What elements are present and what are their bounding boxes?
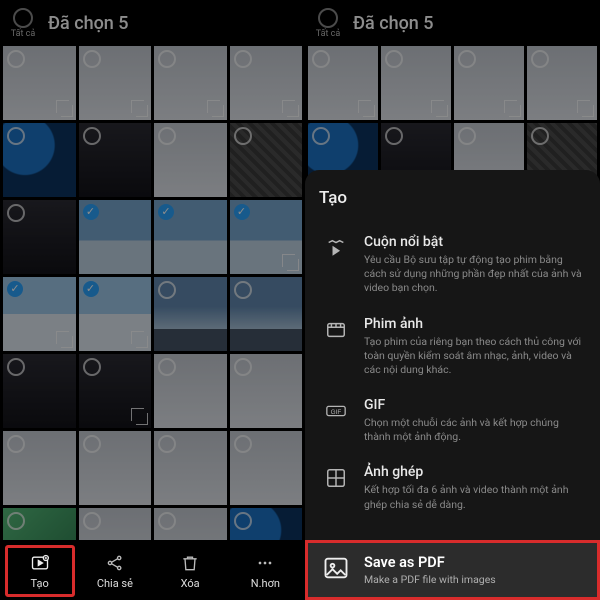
more-icon bbox=[255, 553, 275, 573]
selection-header: Tất cả Đã chọn 5 bbox=[305, 0, 600, 46]
expand-icon bbox=[136, 336, 148, 348]
photo-thumbnail[interactable] bbox=[230, 431, 303, 505]
expand-icon bbox=[287, 105, 299, 117]
photo-thumbnail[interactable] bbox=[79, 46, 152, 120]
gif-icon: GIF bbox=[325, 400, 347, 422]
option-title: Phim ảnh bbox=[364, 316, 583, 332]
option-highlight-reel[interactable]: Cuộn nổi bật Yêu cầu Bộ sưu tập tự động … bbox=[319, 224, 586, 306]
option-sub: Chọn một chuỗi các ảnh và kết hợp chúng … bbox=[364, 416, 583, 444]
option-collage[interactable]: Ảnh ghép Kết hợp tối đa 6 ảnh và video t… bbox=[319, 454, 586, 521]
expand-icon bbox=[363, 105, 375, 117]
tab-delete-label: Xóa bbox=[181, 577, 200, 590]
tab-create[interactable]: Tạo bbox=[5, 545, 75, 597]
select-all-circle-icon bbox=[13, 8, 33, 28]
photo-thumbnail-selected[interactable] bbox=[230, 200, 303, 274]
pdf-sub: Make a PDF file with images bbox=[364, 573, 496, 586]
option-title: Ảnh ghép bbox=[364, 464, 583, 480]
photo-thumbnail[interactable] bbox=[154, 46, 227, 120]
create-icon bbox=[30, 553, 50, 573]
photo-thumbnail[interactable] bbox=[3, 123, 76, 197]
photo-thumbnail[interactable] bbox=[79, 354, 152, 428]
pdf-title: Save as PDF bbox=[364, 554, 496, 571]
photo-thumbnail[interactable] bbox=[3, 354, 76, 428]
photo-thumbnail[interactable] bbox=[230, 354, 303, 428]
photo-thumbnail[interactable] bbox=[230, 46, 303, 120]
collage-icon bbox=[325, 467, 347, 489]
trash-icon bbox=[180, 553, 200, 573]
select-all-label: Tất cả bbox=[11, 29, 36, 39]
photo-thumbnail[interactable] bbox=[230, 123, 303, 197]
bottom-tab-bar: Tạo Chia sẻ Xóa N.hơn bbox=[0, 540, 305, 600]
expand-icon bbox=[61, 105, 73, 117]
expand-icon bbox=[136, 413, 148, 425]
photo-thumbnail-selected[interactable] bbox=[3, 277, 76, 351]
photo-thumbnail-selected[interactable] bbox=[79, 200, 152, 274]
photo-thumbnail[interactable] bbox=[154, 354, 227, 428]
phone-left-screenshot: Tất cả Đã chọn 5 bbox=[0, 0, 305, 600]
option-sub: Kết hợp tối đa 6 ảnh và video thành một … bbox=[364, 483, 583, 511]
expand-icon bbox=[61, 336, 73, 348]
photo-thumbnail-selected[interactable] bbox=[154, 200, 227, 274]
option-gif[interactable]: GIF GIF Chọn một chuỗi các ảnh và kết hợ… bbox=[319, 387, 586, 454]
option-sub: Tạo phim của riêng bạn theo cách thủ côn… bbox=[364, 335, 583, 378]
select-all-toggle[interactable]: Tất cả bbox=[6, 8, 40, 39]
expand-icon bbox=[136, 105, 148, 117]
tab-more[interactable]: N.hơn bbox=[230, 545, 300, 597]
option-sub: Yêu cầu Bộ sưu tập tự động tạo phim bằng… bbox=[364, 253, 583, 296]
photo-thumbnail[interactable] bbox=[79, 123, 152, 197]
expand-icon bbox=[287, 259, 299, 271]
photo-thumbnail[interactable] bbox=[154, 123, 227, 197]
expand-icon bbox=[509, 105, 521, 117]
photo-thumbnail[interactable] bbox=[308, 46, 378, 120]
photo-thumbnail[interactable] bbox=[527, 46, 597, 120]
photo-thumbnail-selected[interactable] bbox=[79, 277, 152, 351]
tab-share-label: Chia sẻ bbox=[97, 577, 133, 590]
expand-icon bbox=[212, 105, 224, 117]
option-movie[interactable]: Phim ảnh Tạo phim của riêng bạn theo các… bbox=[319, 306, 586, 388]
sheet-title: Tạo bbox=[319, 188, 586, 208]
option-title: Cuộn nổi bật bbox=[364, 234, 583, 250]
select-all-circle-icon bbox=[318, 8, 338, 28]
play-reel-icon bbox=[325, 237, 347, 259]
photo-thumbnail[interactable] bbox=[79, 431, 152, 505]
phone-right-screenshot: Tất cả Đã chọn 5 Tạo Cu bbox=[305, 0, 600, 600]
option-title: GIF bbox=[364, 397, 583, 413]
svg-text:GIF: GIF bbox=[331, 409, 342, 416]
select-all-label: Tất cả bbox=[316, 29, 341, 39]
tab-create-label: Tạo bbox=[31, 577, 49, 590]
select-all-toggle[interactable]: Tất cả bbox=[311, 8, 345, 39]
photo-thumbnail[interactable] bbox=[3, 200, 76, 274]
photo-thumbnail[interactable] bbox=[3, 431, 76, 505]
selection-count-title: Đã chọn 5 bbox=[353, 13, 594, 34]
expand-icon bbox=[436, 105, 448, 117]
selection-count-title: Đã chọn 5 bbox=[48, 13, 299, 34]
photo-thumbnail[interactable] bbox=[154, 277, 227, 351]
selection-header: Tất cả Đã chọn 5 bbox=[0, 0, 305, 46]
photo-grid bbox=[0, 46, 305, 582]
option-save-as-pdf[interactable]: Save as PDF Make a PDF file with images bbox=[305, 540, 600, 600]
create-bottom-sheet: Tạo Cuộn nổi bật Yêu cầu Bộ sưu tập tự đ… bbox=[305, 170, 600, 600]
image-pdf-icon bbox=[322, 554, 350, 582]
tab-delete[interactable]: Xóa bbox=[155, 545, 225, 597]
photo-thumbnail[interactable] bbox=[381, 46, 451, 120]
expand-icon bbox=[582, 105, 594, 117]
photo-thumbnail[interactable] bbox=[3, 46, 76, 120]
photo-thumbnail[interactable] bbox=[230, 277, 303, 351]
film-icon bbox=[325, 319, 347, 341]
photo-thumbnail[interactable] bbox=[154, 431, 227, 505]
photo-thumbnail[interactable] bbox=[454, 46, 524, 120]
tab-share[interactable]: Chia sẻ bbox=[80, 545, 150, 597]
tab-more-label: N.hơn bbox=[251, 577, 280, 590]
share-icon bbox=[105, 553, 125, 573]
